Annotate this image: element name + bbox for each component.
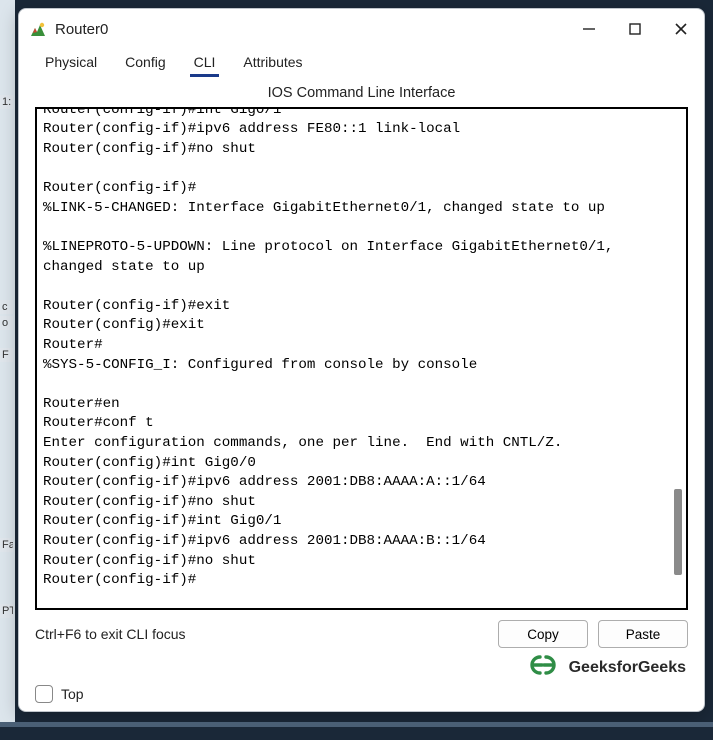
top-checkbox[interactable] (35, 685, 53, 703)
brand-row: GeeksforGeeks (19, 648, 704, 681)
brand-text: GeeksforGeeks (569, 659, 686, 677)
scrollbar-track[interactable] (674, 111, 684, 606)
cli-terminal[interactable]: Router(config-if)#int Gig0/1 Router(conf… (37, 107, 686, 593)
copy-button[interactable]: Copy (498, 620, 588, 648)
maximize-button[interactable] (612, 9, 658, 49)
tab-physical[interactable]: Physical (31, 50, 111, 76)
titlebar[interactable]: Router0 (19, 9, 704, 49)
top-checkbox-label: Top (61, 686, 84, 702)
bg-fragment: Fa (0, 538, 13, 552)
scrollbar-thumb[interactable] (674, 489, 682, 575)
tab-attributes[interactable]: Attributes (229, 50, 316, 76)
bottom-bar: Ctrl+F6 to exit CLI focus Copy Paste (19, 610, 704, 648)
brand-icon (525, 654, 561, 681)
paste-button[interactable]: Paste (598, 620, 688, 648)
window-title: Router0 (55, 21, 108, 38)
bg-fragment: PT (0, 604, 13, 618)
bg-fragment: 1: (0, 95, 13, 109)
bg-fragment: o (0, 316, 13, 330)
bg-fragment: F (0, 348, 13, 362)
background-left-strip: 1: c o F Fa PT (0, 0, 15, 740)
tab-cli[interactable]: CLI (180, 50, 230, 76)
background-bottom-bar (0, 722, 713, 740)
footer-row: Top (19, 681, 704, 711)
close-button[interactable] (658, 9, 704, 49)
app-icon (29, 20, 47, 38)
bg-fragment: c (0, 300, 13, 314)
minimize-button[interactable] (566, 9, 612, 49)
tab-bar: Physical Config CLI Attributes (19, 49, 704, 77)
tab-config[interactable]: Config (111, 50, 179, 76)
terminal-container: Router(config-if)#int Gig0/1 Router(conf… (35, 107, 688, 610)
cli-hint: Ctrl+F6 to exit CLI focus (35, 626, 488, 642)
panel-title: IOS Command Line Interface (19, 77, 704, 107)
app-window: Router0 Physical Config CLI Attributes I… (18, 8, 705, 712)
